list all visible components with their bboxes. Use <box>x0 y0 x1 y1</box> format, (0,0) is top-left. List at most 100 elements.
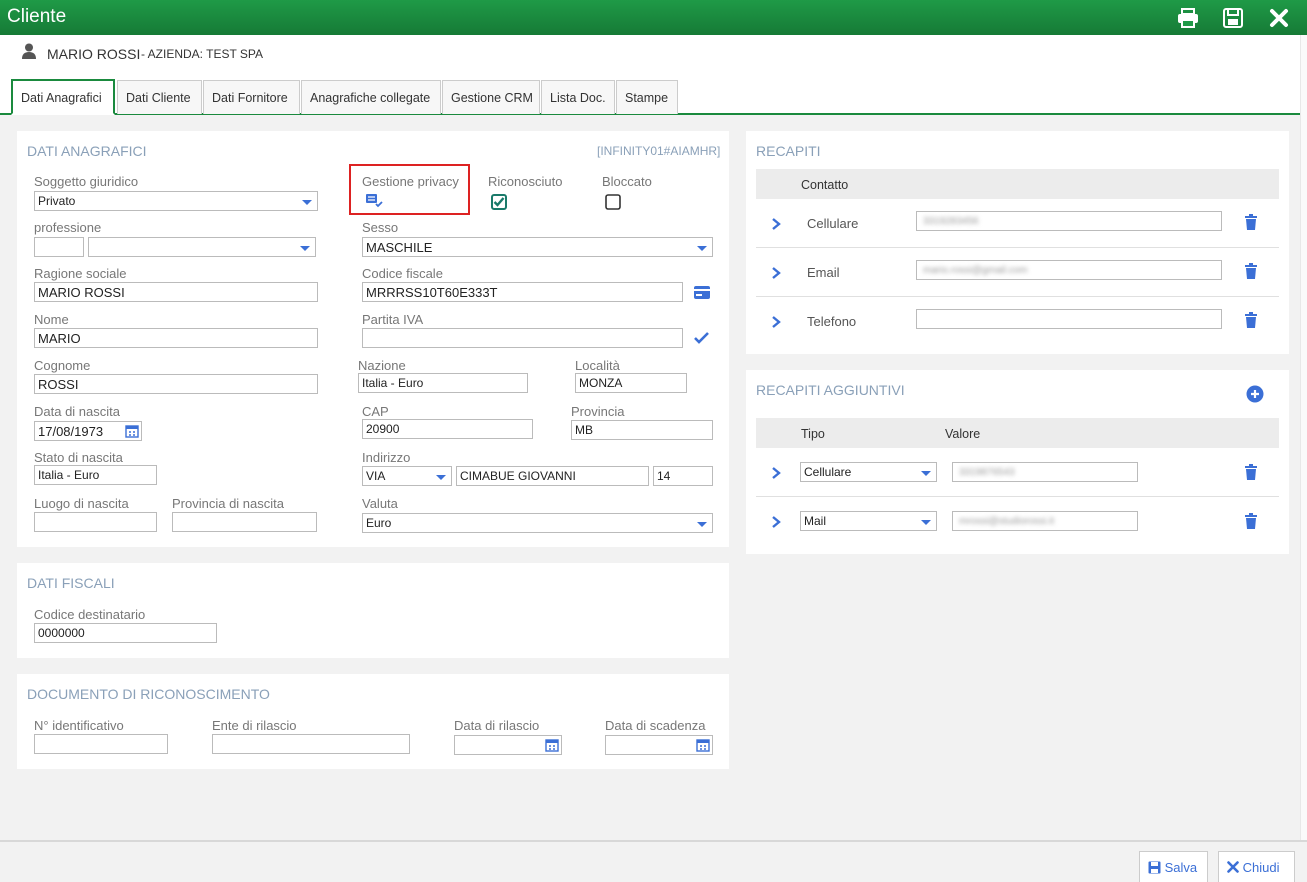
cognome-label: Cognome <box>34 358 91 373</box>
provnascita-label: Provincia di nascita <box>172 496 284 511</box>
indirizzo-label: Indirizzo <box>362 450 411 465</box>
cf-input[interactable]: MRRRSS10T60E333T <box>362 282 683 302</box>
data-scadenza-label: Data di scadenza <box>605 718 706 733</box>
print-icon[interactable] <box>1176 7 1200 29</box>
cf-label: Codice fiscale <box>362 266 443 281</box>
trash-icon[interactable] <box>1244 214 1258 233</box>
nome-input[interactable]: MARIO <box>34 328 318 348</box>
luogo-input[interactable] <box>34 512 157 532</box>
chevron-down-icon <box>921 471 931 476</box>
close-icon[interactable] <box>1268 7 1292 29</box>
indirizzo-via-input[interactable]: CIMABUE GIOVANNI <box>456 466 649 486</box>
localita-input[interactable]: MONZA <box>575 373 687 393</box>
card-icon[interactable] <box>694 286 710 302</box>
piva-input[interactable] <box>362 328 683 348</box>
valore-input[interactable]: 3319876543 <box>952 462 1138 482</box>
calendar-icon[interactable] <box>696 738 710 754</box>
data-rilascio-input[interactable] <box>454 735 562 755</box>
chevron-right-icon[interactable] <box>771 316 781 331</box>
tab-anagrafiche-collegate[interactable]: Anagrafiche collegate <box>301 80 441 114</box>
provincia-input[interactable]: MB <box>571 420 713 440</box>
indirizzo-tipo-select[interactable]: VIA <box>362 466 452 486</box>
chevron-down-icon <box>921 520 931 525</box>
add-icon[interactable] <box>1246 385 1264 406</box>
tab-dati-fornitore[interactable]: Dati Fornitore <box>203 80 300 114</box>
nascita-label: Data di nascita <box>34 404 120 419</box>
tab-gestione-crm[interactable]: Gestione CRM <box>442 80 540 114</box>
provnascita-input[interactable] <box>172 512 317 532</box>
stato-input[interactable]: Italia - Euro <box>34 465 157 485</box>
scrollbar[interactable] <box>1300 35 1307 840</box>
chevron-right-icon[interactable] <box>771 267 781 282</box>
cognome-input[interactable]: ROSSI <box>34 374 318 394</box>
ente-rilascio-input[interactable] <box>212 734 410 754</box>
tab-dati-anagrafici[interactable]: Dati Anagrafici <box>11 79 115 115</box>
nazione-input[interactable]: Italia - Euro <box>358 373 528 393</box>
panel-title: DATI ANAGRAFICI <box>27 143 147 159</box>
valore-input[interactable]: mrossi@studiorossi.it <box>952 511 1138 531</box>
soggetto-value: Privato <box>38 194 76 208</box>
chevron-right-icon[interactable] <box>771 516 781 531</box>
trash-icon[interactable] <box>1244 464 1258 483</box>
sesso-value: MASCHILE <box>366 240 433 255</box>
save-icon[interactable] <box>1222 7 1246 29</box>
professione-code-input[interactable] <box>34 237 84 257</box>
close-button[interactable]: Chiudi <box>1218 851 1295 882</box>
recapito-label: Email <box>807 265 840 280</box>
calendar-icon[interactable] <box>125 424 139 440</box>
soggetto-select[interactable]: Privato <box>34 191 318 211</box>
recapito-value-input[interactable] <box>916 309 1222 329</box>
chevron-down-icon <box>697 246 707 251</box>
user-company: - AZIENDA: TEST SPA <box>141 47 264 61</box>
recapito-label: Cellulare <box>807 216 859 231</box>
data-scadenza-input[interactable] <box>605 735 713 755</box>
ragione-label: Ragione sociale <box>34 266 127 281</box>
check-icon[interactable] <box>694 332 709 347</box>
valuta-value: Euro <box>366 516 392 530</box>
tipo-select[interactable]: Cellulare <box>800 462 937 482</box>
professione-select[interactable] <box>88 237 316 257</box>
user-icon <box>21 43 37 62</box>
nome-label: Nome <box>34 312 69 327</box>
cap-input[interactable]: 20900 <box>362 419 533 439</box>
recapiti-table-header: Contatto <box>756 169 1279 199</box>
tab-stampe[interactable]: Stampe <box>616 80 678 114</box>
panel-title: DATI FISCALI <box>27 575 115 591</box>
tipo-value: Mail <box>804 514 827 528</box>
window-title: Cliente <box>7 6 67 27</box>
recapito-value: 3319283456 <box>923 216 979 227</box>
calendar-icon[interactable] <box>545 738 559 754</box>
valuta-select[interactable]: Euro <box>362 513 713 533</box>
ragione-input[interactable]: MARIO ROSSI <box>34 282 318 302</box>
codice-destinatario-input[interactable]: 0000000 <box>34 623 217 643</box>
num-identificativo-input[interactable] <box>34 734 168 754</box>
cap-label: CAP <box>362 404 389 419</box>
sesso-select[interactable]: MASCHILE <box>362 237 713 257</box>
professione-label: professione <box>34 220 102 235</box>
recapito-value: mario.rossi@gmail.com <box>923 265 1028 276</box>
piva-label: Partita IVA <box>362 312 424 327</box>
indirizzo-num-input[interactable]: 14 <box>653 466 713 486</box>
footer-bar: Salva Chiudi <box>0 840 1307 882</box>
chevron-right-icon[interactable] <box>771 467 781 482</box>
tab-lista-doc[interactable]: Lista Doc. <box>541 80 615 114</box>
recapito-value-input[interactable]: 3319283456 <box>916 211 1222 231</box>
row-divider <box>756 296 1279 297</box>
save-label: Salva <box>1164 860 1198 875</box>
bloccato-checkbox[interactable] <box>605 194 621 213</box>
user-name: MARIO ROSSI <box>47 46 141 62</box>
codice-destinatario-label: Codice destinatario <box>34 607 146 622</box>
recapito-value-input[interactable]: mario.rossi@gmail.com <box>916 260 1222 280</box>
save-button[interactable]: Salva <box>1139 851 1208 882</box>
chevron-right-icon[interactable] <box>771 218 781 233</box>
tipo-select[interactable]: Mail <box>800 511 937 531</box>
tab-dati-cliente[interactable]: Dati Cliente <box>117 80 202 114</box>
trash-icon[interactable] <box>1244 513 1258 532</box>
riconosciuto-checkbox[interactable] <box>491 194 507 213</box>
trash-icon[interactable] <box>1244 263 1258 282</box>
nascita-input[interactable]: 17/08/1973 <box>34 421 142 441</box>
dati-fiscali-panel: DATI FISCALI Codice destinatario 0000000 <box>17 563 729 658</box>
trash-icon[interactable] <box>1244 312 1258 331</box>
col-valore: Valore <box>945 427 981 441</box>
localita-label: Località <box>575 358 620 373</box>
